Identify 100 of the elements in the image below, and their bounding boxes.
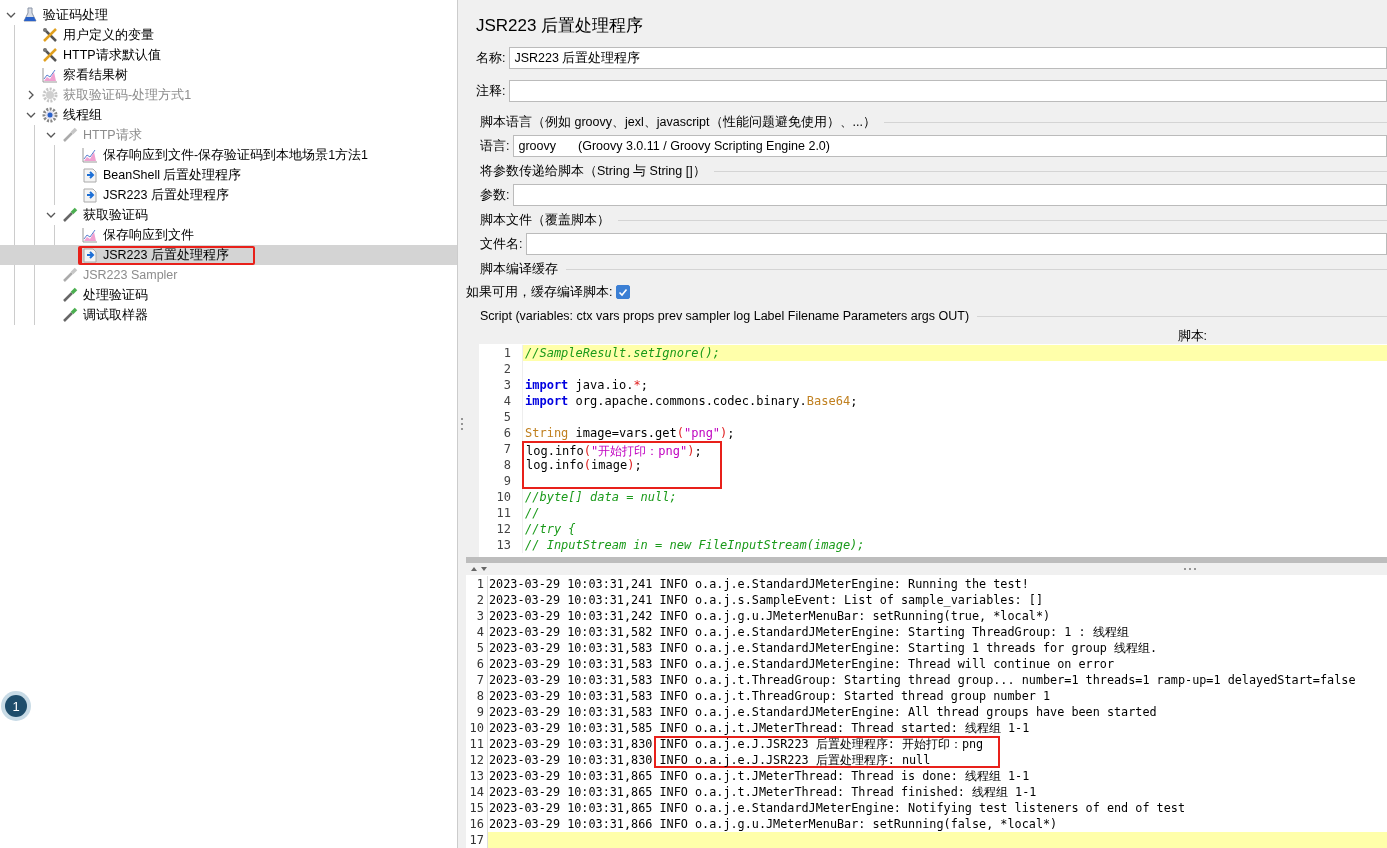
tree-item-label: JSR223 后置处理程序 bbox=[103, 246, 229, 264]
line-number: 16 bbox=[468, 816, 485, 832]
tree-item-label: JSR223 Sampler bbox=[83, 268, 178, 282]
pipette-icon bbox=[62, 287, 78, 303]
tree-row[interactable]: JSR223 后置处理程序 bbox=[0, 245, 457, 265]
parameters-field[interactable] bbox=[513, 184, 1387, 206]
tree-item-label: 用户定义的变量 bbox=[63, 26, 154, 44]
tree-row[interactable]: 保存响应到文件 bbox=[0, 225, 457, 245]
line-number: 1 bbox=[475, 576, 485, 592]
checkbox-label: 如果可用，缓存编译脚本: bbox=[466, 283, 613, 301]
tree-item[interactable]: 调试取样器 bbox=[58, 305, 154, 325]
line-number: 2 bbox=[475, 592, 485, 608]
tree-item[interactable]: 获取验证码 bbox=[58, 205, 154, 225]
flask-icon bbox=[22, 7, 38, 23]
line-number: 8 bbox=[475, 688, 485, 704]
checkbox[interactable] bbox=[616, 285, 631, 299]
field-label: 语言: bbox=[480, 137, 510, 155]
tree-row[interactable]: 获取验证码 bbox=[0, 205, 457, 225]
code-editor[interactable] bbox=[479, 344, 1387, 557]
line-number: 15 bbox=[468, 800, 485, 816]
chevron-down-icon[interactable] bbox=[46, 210, 56, 220]
tools-icon bbox=[42, 47, 58, 63]
log-line: 2023-03-29 10:03:31,242 INFO o.a.j.g.u.JMeterMenuBar: setRunning(true, *local*) bbox=[487, 608, 1387, 624]
tree-item-label: 验证码处理 bbox=[43, 6, 108, 24]
log-line: 2023-03-29 10:03:31,583 INFO o.a.j.t.ThreadGroup: Started thread group number 1 bbox=[487, 688, 1387, 704]
tree-row[interactable]: HTTP请求默认值 bbox=[0, 45, 457, 65]
tree-item[interactable]: JSR223 后置处理程序 bbox=[78, 245, 255, 265]
field-label: 参数: bbox=[480, 186, 510, 204]
tools-icon bbox=[42, 27, 58, 43]
log-line: 2023-03-29 10:03:31,583 INFO o.a.j.e.StandardJMeterEngine: Starting 1 threads for group 线程组. bbox=[487, 640, 1387, 656]
tree-item[interactable]: 线程组 bbox=[38, 105, 108, 125]
document-arrow-icon bbox=[82, 247, 98, 263]
section-title: Script (variables: ctx vars props prev sampler log Label Filename Parameters args OUT) bbox=[480, 309, 970, 323]
line-number: 3 bbox=[475, 608, 485, 624]
tree-row[interactable]: 调试取样器 bbox=[0, 305, 457, 325]
log-line: 2023-03-29 10:03:31,582 INFO o.a.j.e.StandardJMeterEngine: Starting ThreadGroup: 1 : 线程组 bbox=[487, 624, 1387, 640]
line-number: 11 bbox=[468, 736, 485, 752]
line-number: 4 bbox=[475, 624, 485, 640]
tree-item[interactable]: 处理验证码 bbox=[58, 285, 154, 305]
log-line: 2023-03-29 10:03:31,583 INFO o.a.j.e.StandardJMeterEngine: All thread groups have been started bbox=[487, 704, 1387, 720]
chevron-down-icon[interactable] bbox=[6, 10, 16, 20]
log-line: 2023-03-29 10:03:31,241 INFO o.a.j.e.StandardJMeterEngine: Running the test! bbox=[487, 576, 1387, 592]
line-number: 9 bbox=[475, 704, 485, 720]
line-number: 17 bbox=[468, 832, 485, 848]
tree-row[interactable]: 验证码处理 bbox=[0, 5, 457, 25]
tree-item-label: 保存响应到文件 bbox=[103, 226, 194, 244]
tree-item[interactable]: 察看结果树 bbox=[38, 65, 134, 85]
tree-row[interactable]: 处理验证码 bbox=[0, 285, 457, 305]
chart-icon bbox=[82, 147, 98, 163]
log-line: 2023-03-29 10:03:31,241 INFO o.a.j.s.SampleEvent: List of sample_variables: [] bbox=[487, 592, 1387, 608]
tree-row[interactable]: 用户定义的变量 bbox=[0, 25, 457, 45]
code-line: // InputStream in = new FileInputStream(image); bbox=[522, 537, 1387, 553]
code-line: import java.io.*; bbox=[522, 377, 1387, 393]
log-line: 2023-03-29 10:03:31,865 INFO o.a.j.t.JMeterThread: Thread is done: 线程组 1-1 bbox=[487, 768, 1387, 784]
tree-item[interactable]: HTTP请求默认值 bbox=[38, 45, 167, 65]
tree-item[interactable]: 保存响应到文件 bbox=[78, 225, 200, 245]
name-field[interactable]: JSR223 后置处理程序 bbox=[509, 47, 1387, 69]
document-arrow-icon bbox=[82, 167, 98, 183]
tree-item-label: HTTP请求默认值 bbox=[63, 46, 161, 64]
tree-item-label: 获取验证码 bbox=[83, 206, 148, 224]
splitter-grip-icon[interactable] bbox=[1183, 567, 1197, 571]
tree-item-label: 处理验证码 bbox=[83, 286, 148, 304]
filename-field[interactable] bbox=[526, 233, 1387, 255]
log-line: 2023-03-29 10:03:31,583 INFO o.a.j.e.StandardJMeterEngine: Thread will continue on error bbox=[487, 656, 1387, 672]
tree-row[interactable]: 线程组 bbox=[0, 105, 457, 125]
tree-item-label: 获取验证码-处理方式1 bbox=[63, 86, 192, 104]
notification-badge[interactable]: 1 bbox=[5, 695, 27, 717]
log-line: 2023-03-29 10:03:31,865 INFO o.a.j.t.JMeterThread: Thread finished: 线程组 1-1 bbox=[487, 784, 1387, 800]
pipette-icon bbox=[62, 207, 78, 223]
tree-item[interactable]: 验证码处理 bbox=[18, 5, 114, 25]
tree-item[interactable]: 用户定义的变量 bbox=[38, 25, 160, 45]
pipette-icon bbox=[62, 307, 78, 323]
pipette-icon bbox=[62, 127, 78, 143]
chevron-down-icon[interactable] bbox=[26, 110, 36, 120]
splitter-grip-icon[interactable] bbox=[460, 417, 464, 431]
language-dropdown[interactable]: groovy (Groovy 3.0.11 / Groovy Scripting Engine 2.0) bbox=[513, 135, 1387, 157]
code-line: String image=vars.get("png"); bbox=[522, 425, 1387, 441]
collapse-arrows-icon[interactable] bbox=[470, 565, 490, 573]
section-title: 将参数传递给脚本（String 与 String []） bbox=[480, 162, 706, 180]
line-number: 14 bbox=[468, 784, 485, 800]
code-line: //try { bbox=[522, 521, 1387, 537]
tree-item-label: 察看结果树 bbox=[63, 66, 128, 84]
tree-item-label: 线程组 bbox=[63, 106, 102, 124]
tree-item-label: HTTP请求 bbox=[83, 126, 142, 144]
gear-icon bbox=[42, 107, 58, 123]
tree-row[interactable]: 察看结果树 bbox=[0, 65, 457, 85]
section-title: 脚本文件（覆盖脚本） bbox=[480, 211, 610, 229]
gear-icon bbox=[42, 87, 58, 103]
tree-item-label: BeanShell 后置处理程序 bbox=[103, 166, 242, 184]
line-number: 10 bbox=[468, 720, 485, 736]
section-title: 脚本语言（例如 groovy、jexl、javascript（性能问题避免使用）、...） bbox=[480, 113, 876, 131]
script-label: 脚本: bbox=[1177, 328, 1207, 344]
line-number: 6 bbox=[475, 656, 485, 672]
comment-field[interactable] bbox=[509, 80, 1387, 102]
code-line: log.info(image); bbox=[522, 457, 722, 473]
code-line: //byte[] data = null; bbox=[522, 489, 1387, 505]
panel-title: JSR223 后置处理程序 bbox=[475, 15, 645, 37]
code-line: log.info("开始打印：png"); bbox=[522, 441, 722, 457]
tree-item-label: 调试取样器 bbox=[83, 306, 148, 324]
field-label: 文件名: bbox=[480, 235, 523, 253]
